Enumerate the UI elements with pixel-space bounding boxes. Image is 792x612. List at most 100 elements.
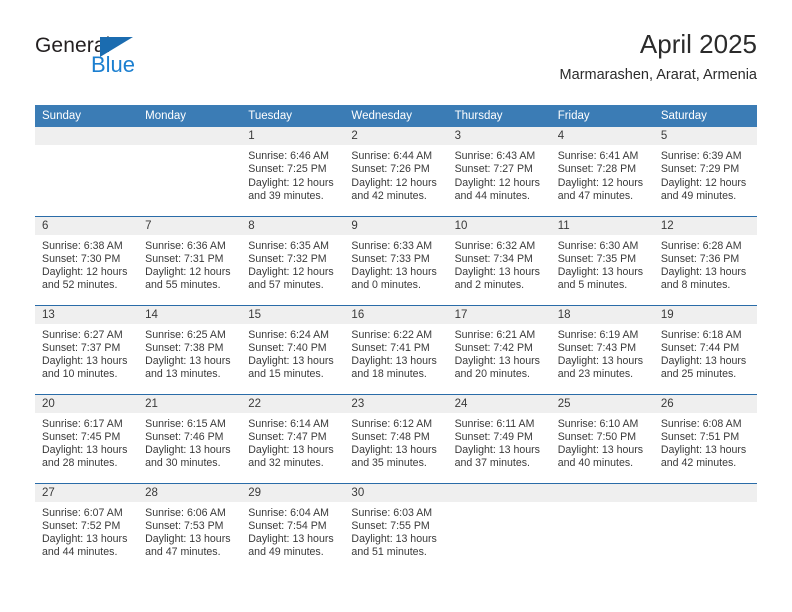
calendar-body: 1 Sunrise: 6:46 AM Sunset: 7:25 PM Daylight… [35, 127, 757, 572]
day-details: Sunrise: 6:08 AM Sunset: 7:51 PM Daylight:… [654, 413, 757, 471]
calendar-day-cell[interactable]: 16 Sunrise: 6:22 AM Sunset: 7:41 PM Dayligh… [344, 305, 448, 395]
daylight-duration-line2: and 47 minutes. [145, 546, 221, 559]
sunset-time: Sunset: 7:34 PM [454, 252, 533, 265]
sunrise-time: Sunrise: 6:36 AM [145, 239, 226, 252]
sunset-time: Sunset: 7:31 PM [145, 252, 224, 265]
calendar-day-cell[interactable]: 1 Sunrise: 6:46 AM Sunset: 7:25 PM Daylight… [241, 127, 345, 217]
calendar-day-cell[interactable]: 4 Sunrise: 6:41 AM Sunset: 7:28 PM Daylight… [550, 127, 654, 217]
calendar-day-cell-empty [35, 127, 139, 217]
daylight-duration-line1: Daylight: 12 hours [248, 266, 334, 279]
day-number: 24 [447, 394, 551, 413]
day-details: Sunrise: 6:22 AM Sunset: 7:41 PM Daylight:… [344, 324, 447, 382]
daylight-duration-line2: and 42 minutes. [660, 457, 737, 470]
sunset-time: Sunset: 7:32 PM [248, 252, 327, 265]
calendar-day-cell[interactable]: 3 Sunrise: 6:43 AM Sunset: 7:27 PM Daylight… [447, 127, 551, 217]
day-details: Sunrise: 6:46 AM Sunset: 7:25 PM Daylight:… [241, 145, 344, 203]
sunset-time: Sunset: 7:50 PM [557, 430, 637, 443]
daylight-duration-line2: and 0 minutes. [351, 279, 421, 292]
day-details: Sunrise: 6:03 AM Sunset: 7:55 PM Daylight:… [344, 502, 447, 560]
calendar-day-cell[interactable]: 28 Sunrise: 6:06 AM Sunset: 7:53 PM Dayligh… [138, 483, 242, 572]
calendar-day-cell[interactable]: 12 Sunrise: 6:28 AM Sunset: 7:36 PM Dayligh… [653, 216, 757, 306]
sunset-time: Sunset: 7:27 PM [454, 163, 533, 176]
calendar-day-cell[interactable]: 7 Sunrise: 6:36 AM Sunset: 7:31 PM Daylight… [138, 216, 242, 306]
day-details: Sunrise: 6:11 AM Sunset: 7:49 PM Daylight:… [448, 413, 551, 471]
daylight-duration-line1: Daylight: 12 hours [248, 176, 334, 189]
daylight-duration-line1: Daylight: 13 hours [248, 355, 334, 368]
sunrise-time: Sunrise: 6:17 AM [42, 417, 123, 430]
day-details: Sunrise: 6:35 AM Sunset: 7:32 PM Daylight:… [241, 235, 344, 293]
sunset-time: Sunset: 7:51 PM [660, 430, 740, 443]
calendar-day-cell[interactable]: 6 Sunrise: 6:38 AM Sunset: 7:30 PM Daylight… [35, 216, 139, 306]
daylight-duration-line1: Daylight: 13 hours [454, 355, 540, 368]
daylight-duration-line2: and 20 minutes. [454, 368, 530, 381]
calendar-day-cell[interactable]: 22 Sunrise: 6:14 AM Sunset: 7:47 PM Dayligh… [241, 394, 345, 484]
day-number: 17 [447, 305, 551, 324]
sunset-time: Sunset: 7:47 PM [248, 430, 327, 443]
calendar-day-cell[interactable]: 29 Sunrise: 6:04 AM Sunset: 7:54 PM Dayligh… [241, 483, 345, 572]
daylight-duration-line2: and 42 minutes. [351, 189, 427, 202]
daylight-duration-line2: and 13 minutes. [145, 368, 221, 381]
day-number: 27 [35, 483, 139, 502]
day-details: Sunrise: 6:06 AM Sunset: 7:53 PM Daylight:… [138, 502, 241, 560]
calendar-day-cell[interactable]: 2 Sunrise: 6:44 AM Sunset: 7:26 PM Daylight… [344, 127, 448, 217]
calendar-day-cell[interactable]: 8 Sunrise: 6:35 AM Sunset: 7:32 PM Daylight… [241, 216, 345, 306]
day-number: 6 [35, 216, 139, 235]
day-details: Sunrise: 6:17 AM Sunset: 7:45 PM Daylight:… [35, 413, 138, 471]
weekday-header-wednesday: Wednesday [344, 105, 448, 127]
weekday-header-friday: Friday [550, 105, 654, 127]
calendar-day-cell[interactable]: 19 Sunrise: 6:18 AM Sunset: 7:44 PM Dayligh… [653, 305, 757, 395]
calendar-day-cell[interactable]: 21 Sunrise: 6:15 AM Sunset: 7:46 PM Dayligh… [138, 394, 242, 484]
sunset-time: Sunset: 7:25 PM [248, 163, 327, 176]
day-number [550, 483, 654, 502]
sunrise-time: Sunrise: 6:18 AM [660, 328, 742, 341]
day-details: Sunrise: 6:10 AM Sunset: 7:50 PM Daylight:… [551, 413, 654, 471]
day-details: Sunrise: 6:44 AM Sunset: 7:26 PM Daylight:… [344, 145, 447, 203]
daylight-duration-line2: and 18 minutes. [351, 368, 427, 381]
calendar-day-cell[interactable]: 30 Sunrise: 6:03 AM Sunset: 7:55 PM Dayligh… [344, 483, 448, 572]
sunset-time: Sunset: 7:40 PM [248, 341, 327, 354]
daylight-duration-line2: and 10 minutes. [42, 368, 118, 381]
calendar-day-cell[interactable]: 10 Sunrise: 6:32 AM Sunset: 7:34 PM Dayligh… [447, 216, 551, 306]
sunrise-time: Sunrise: 6:32 AM [454, 239, 536, 252]
calendar-day-cell[interactable]: 15 Sunrise: 6:24 AM Sunset: 7:40 PM Dayligh… [241, 305, 345, 395]
day-number: 20 [35, 394, 139, 413]
brand-logo[interactable]: General Blue [35, 34, 235, 86]
calendar-day-cell[interactable]: 20 Sunrise: 6:17 AM Sunset: 7:45 PM Dayligh… [35, 394, 139, 484]
sunrise-time: Sunrise: 6:06 AM [145, 506, 226, 519]
weekday-header-tuesday: Tuesday [241, 105, 345, 127]
sunrise-time: Sunrise: 6:46 AM [248, 150, 329, 162]
calendar-day-cell[interactable]: 23 Sunrise: 6:12 AM Sunset: 7:48 PM Dayligh… [344, 394, 448, 484]
calendar-day-cell[interactable]: 9 Sunrise: 6:33 AM Sunset: 7:33 PM Daylight… [344, 216, 448, 306]
daylight-duration-line1: Daylight: 13 hours [351, 266, 437, 279]
calendar-table: Sunday Monday Tuesday Wednesday Thursday… [35, 105, 757, 572]
sunset-time: Sunset: 7:53 PM [145, 519, 224, 532]
day-number: 10 [447, 216, 551, 235]
day-details: Sunrise: 6:32 AM Sunset: 7:34 PM Daylight:… [448, 235, 551, 293]
daylight-duration-line2: and 52 minutes. [42, 279, 118, 292]
calendar-day-cell[interactable]: 26 Sunrise: 6:08 AM Sunset: 7:51 PM Dayligh… [653, 394, 757, 484]
sunset-time: Sunset: 7:35 PM [557, 252, 637, 265]
day-details: Sunrise: 6:07 AM Sunset: 7:52 PM Daylight:… [35, 502, 138, 560]
daylight-duration-line2: and 23 minutes. [557, 368, 634, 381]
daylight-duration-line1: Daylight: 13 hours [145, 444, 231, 457]
calendar-day-cell[interactable]: 25 Sunrise: 6:10 AM Sunset: 7:50 PM Dayligh… [550, 394, 654, 484]
day-number: 7 [138, 216, 242, 235]
calendar-day-cell[interactable]: 24 Sunrise: 6:11 AM Sunset: 7:49 PM Dayligh… [447, 394, 551, 484]
sunrise-time: Sunrise: 6:30 AM [557, 239, 639, 252]
sunrise-time: Sunrise: 6:24 AM [248, 328, 329, 341]
calendar-day-cell[interactable]: 27 Sunrise: 6:07 AM Sunset: 7:52 PM Dayligh… [35, 483, 139, 572]
calendar-day-cell[interactable]: 11 Sunrise: 6:30 AM Sunset: 7:35 PM Dayligh… [550, 216, 654, 306]
daylight-duration-line1: Daylight: 13 hours [145, 355, 231, 368]
daylight-duration-line2: and 15 minutes. [248, 368, 324, 381]
calendar-day-cell[interactable]: 5 Sunrise: 6:39 AM Sunset: 7:29 PM Daylight… [653, 127, 757, 217]
day-details: Sunrise: 6:38 AM Sunset: 7:30 PM Daylight:… [35, 235, 138, 293]
calendar-day-cell[interactable]: 13 Sunrise: 6:27 AM Sunset: 7:37 PM Dayligh… [35, 305, 139, 395]
calendar-day-cell[interactable]: 17 Sunrise: 6:21 AM Sunset: 7:42 PM Dayligh… [447, 305, 551, 395]
daylight-duration-line2: and 37 minutes. [454, 457, 530, 470]
calendar-day-cell[interactable]: 18 Sunrise: 6:19 AM Sunset: 7:43 PM Dayligh… [550, 305, 654, 395]
daylight-duration-line1: Daylight: 13 hours [42, 444, 128, 457]
sunset-time: Sunset: 7:55 PM [351, 519, 430, 532]
calendar-day-cell[interactable]: 14 Sunrise: 6:25 AM Sunset: 7:38 PM Dayligh… [138, 305, 242, 395]
sunrise-time: Sunrise: 6:14 AM [248, 417, 329, 430]
sunset-time: Sunset: 7:46 PM [145, 430, 224, 443]
